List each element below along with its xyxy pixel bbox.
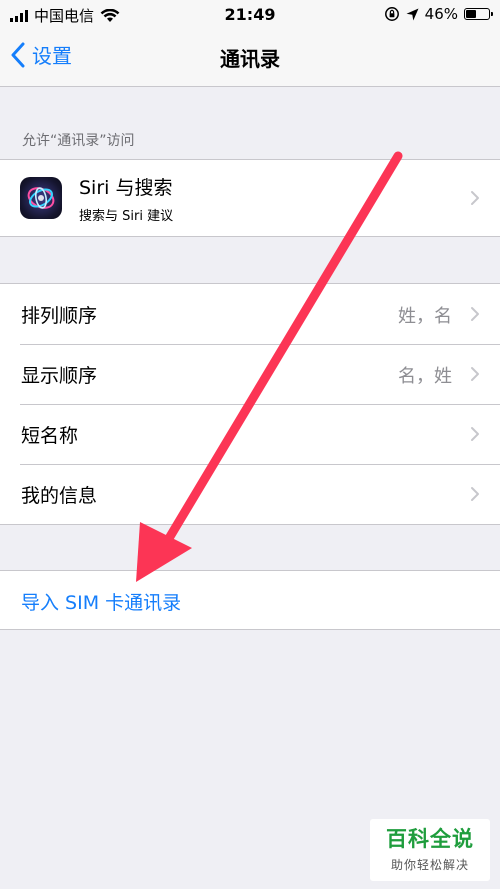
chevron-right-icon	[471, 427, 479, 441]
settings-group: 排列顺序 姓，名 显示顺序 名，姓 短名称 我的信息	[0, 283, 500, 525]
watermark-title: 百科全说	[386, 827, 474, 851]
my-info-row[interactable]: 我的信息	[0, 464, 500, 524]
status-right: 46%	[384, 5, 493, 23]
navigation-bar: 设置 通讯录	[0, 30, 500, 87]
short-name-row[interactable]: 短名称	[0, 404, 500, 464]
watermark-logo: 百科全说 助你轻松解决	[370, 819, 490, 881]
import-sim-button[interactable]: 导入 SIM 卡通讯录	[21, 588, 181, 615]
siri-icon	[20, 177, 62, 219]
siri-group: Siri 与搜索 搜索与 Siri 建议	[0, 159, 500, 237]
sort-order-row[interactable]: 排列顺序 姓，名	[0, 284, 500, 344]
battery-icon	[464, 8, 493, 20]
siri-subtitle: 搜索与 Siri 建议	[79, 209, 174, 224]
chevron-right-icon	[471, 191, 479, 205]
row-value: 名，姓	[398, 366, 452, 387]
chevron-right-icon	[471, 487, 479, 501]
siri-search-row[interactable]: Siri 与搜索 搜索与 Siri 建议	[0, 160, 500, 236]
siri-title: Siri 与搜索	[79, 177, 173, 199]
status-bar: 中国电信 21:49 46%	[0, 0, 500, 30]
section-header: 允许“通讯录”访问	[22, 133, 135, 149]
page-title: 通讯录	[220, 47, 280, 71]
location-icon	[406, 8, 419, 20]
watermark-subtitle: 助你轻松解决	[390, 858, 469, 872]
row-label: 排列顺序	[21, 305, 98, 327]
battery-percent: 46%	[424, 5, 458, 23]
chevron-right-icon	[471, 307, 479, 321]
chevron-right-icon	[471, 367, 479, 381]
orientation-lock-icon	[384, 7, 399, 21]
row-value: 姓，名	[398, 306, 452, 327]
row-label: 短名称	[21, 425, 79, 447]
row-label: 我的信息	[21, 485, 98, 507]
row-label: 显示顺序	[21, 365, 98, 387]
import-sim-row[interactable]: 导入 SIM 卡通讯录	[0, 571, 500, 629]
display-order-row[interactable]: 显示顺序 名，姓	[0, 344, 500, 404]
import-group: 导入 SIM 卡通讯录	[0, 570, 500, 630]
